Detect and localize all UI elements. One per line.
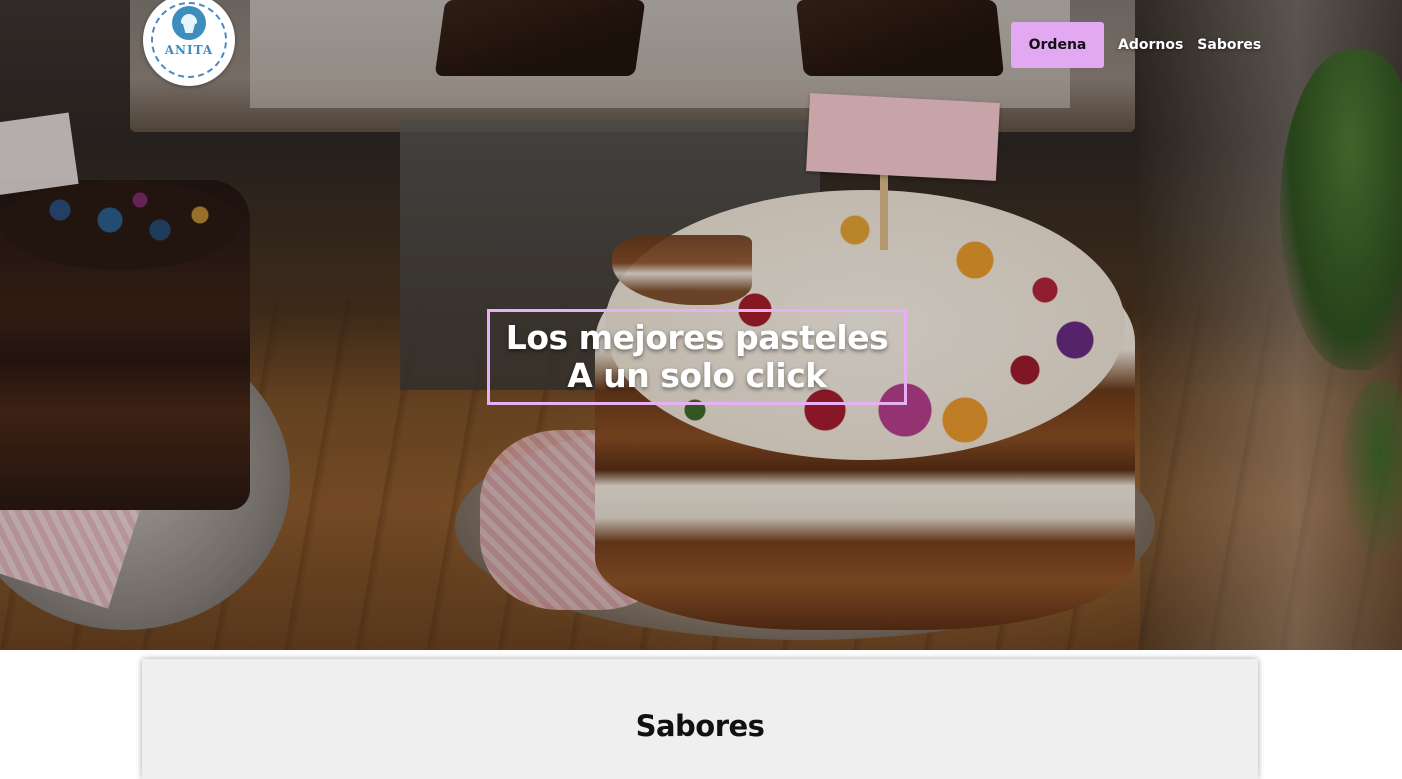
order-button[interactable]: Ordena (1011, 22, 1104, 68)
logo-text: ANITA (164, 43, 214, 57)
cupcake-icon (172, 6, 206, 40)
nav-link-sabores[interactable]: Sabores (1197, 37, 1261, 53)
nav-link-adornos[interactable]: Adornos (1118, 37, 1183, 53)
main-nav: Ordena Adornos Sabores (1011, 22, 1261, 68)
section-title: Sabores (635, 709, 765, 743)
hero-headline-line2: A un solo click (567, 356, 827, 395)
hero-headline-line1: Los mejores pasteles (505, 318, 889, 357)
hero-headline: Los mejores pasteles A un solo click (487, 309, 907, 405)
flavors-section: Sabores (142, 659, 1258, 779)
